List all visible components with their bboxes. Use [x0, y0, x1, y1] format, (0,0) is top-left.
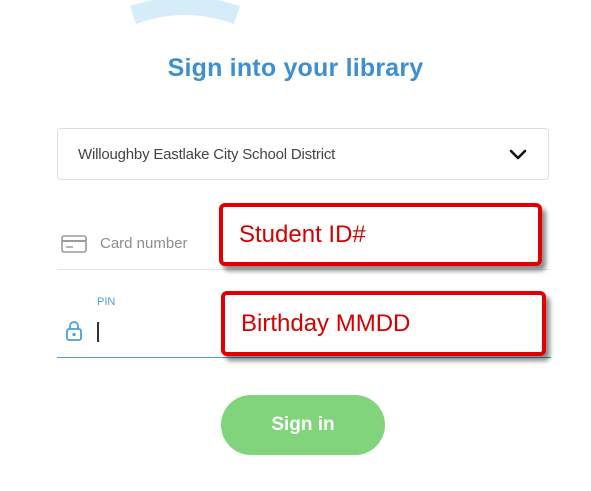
pin-input-caret	[97, 322, 99, 342]
pin-label: PIN	[97, 296, 116, 308]
student-id-annotation: Student ID#	[219, 203, 542, 266]
card-number-placeholder: Card number	[100, 235, 188, 252]
sign-in-button[interactable]: Sign in	[221, 395, 385, 455]
card-icon	[61, 235, 87, 253]
library-logo	[130, 0, 240, 24]
page-title: Sign into your library	[167, 54, 424, 82]
lock-icon	[66, 321, 82, 341]
student-id-annotation-text: Student ID#	[239, 220, 366, 248]
birthday-annotation-text: Birthday MMDD	[241, 309, 411, 337]
library-select[interactable]: Willoughby Eastlake City School District	[57, 128, 549, 180]
chevron-down-icon[interactable]	[508, 144, 528, 164]
birthday-annotation: Birthday MMDD	[221, 291, 546, 356]
library-select-value: Willoughby Eastlake City School District	[78, 146, 336, 163]
